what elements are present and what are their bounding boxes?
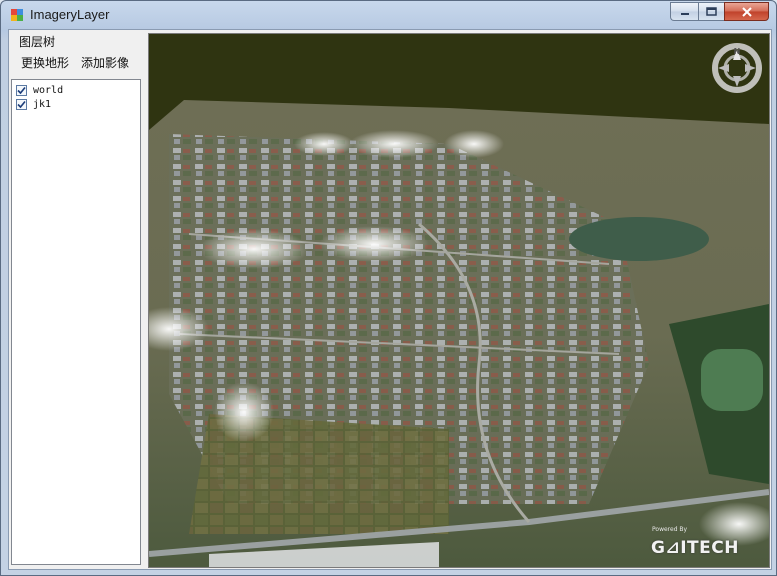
app-icon xyxy=(11,9,23,21)
reservoir-lake xyxy=(569,217,709,261)
application-window: ImageryLayer 图层树 更换地形 添加影像 world jk1 N P… xyxy=(0,0,777,576)
minimize-button[interactable] xyxy=(670,2,698,21)
cloud xyxy=(349,130,439,158)
layer-checkbox-jk1[interactable] xyxy=(16,98,27,110)
cloud xyxy=(444,130,504,158)
layer-toolbar: 更换地形 添加影像 xyxy=(11,50,141,74)
layer-label-jk1: jk1 xyxy=(33,98,52,110)
checkmark-icon xyxy=(17,86,26,94)
brand-logo: G⊿ITECH xyxy=(651,538,739,558)
title-bar[interactable]: ImageryLayer xyxy=(1,1,776,29)
window-title: ImageryLayer xyxy=(30,7,110,22)
minimize-icon xyxy=(680,12,689,15)
cloud xyxy=(294,132,354,156)
add-imagery-button[interactable]: 添加影像 xyxy=(79,53,131,72)
checkmark-icon xyxy=(17,100,26,108)
maximize-icon xyxy=(706,7,717,16)
client-area: 图层树 更换地形 添加影像 world jk1 N Powered By G⊿I… xyxy=(8,29,772,570)
globe-viewport[interactable]: N Powered By G⊿ITECH xyxy=(148,33,770,568)
cloud xyxy=(199,229,309,269)
layer-panel: 图层树 更换地形 添加影像 world jk1 xyxy=(9,30,142,569)
close-button[interactable] xyxy=(724,2,769,21)
layer-item-jk1[interactable]: jk1 xyxy=(16,97,51,111)
close-icon xyxy=(741,6,752,17)
layer-tree-group-title: 图层树 xyxy=(19,35,56,49)
change-terrain-button[interactable]: 更换地形 xyxy=(19,53,71,72)
layer-checkbox-world[interactable] xyxy=(16,84,27,96)
compass-icon[interactable]: N xyxy=(709,40,765,96)
cloud xyxy=(319,226,429,262)
compass-north-label: N xyxy=(734,47,741,56)
layer-item-world[interactable]: world xyxy=(16,83,63,97)
cloud xyxy=(214,382,274,442)
layer-label-world: world xyxy=(33,84,64,96)
powered-by-text: Powered By xyxy=(652,526,688,533)
maximize-button[interactable] xyxy=(698,2,724,21)
layer-tree[interactable]: world jk1 xyxy=(11,79,141,565)
aerial-imagery[interactable] xyxy=(149,34,769,567)
golf-course xyxy=(701,349,763,411)
